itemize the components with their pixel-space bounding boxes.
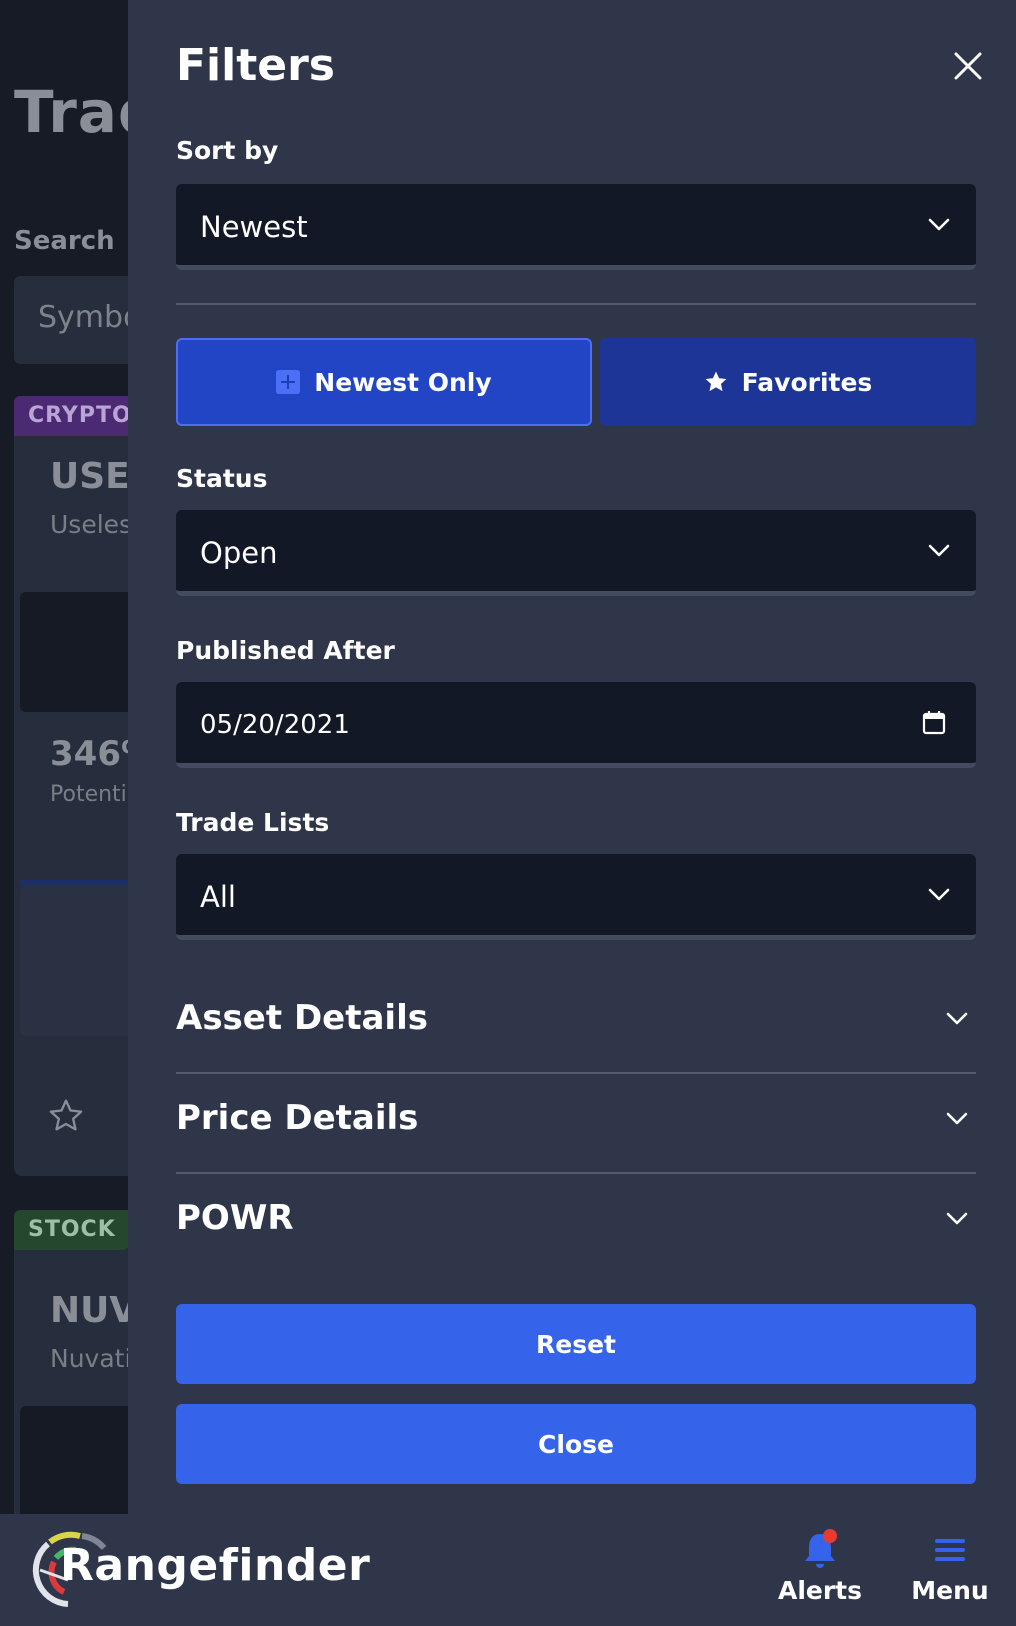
search-placeholder: Symbo [38,300,142,335]
chevron-down-icon [946,1112,968,1125]
asset-details-section-toggle[interactable]: Asset Details [176,974,976,1074]
powr-section-toggle[interactable]: POWR [176,1174,976,1274]
bell-icon [805,1529,837,1568]
divider [176,303,976,305]
published-after-value: 05/20/2021 [200,710,350,740]
published-after-date-input[interactable]: 05/20/2021 [176,682,976,768]
chevron-down-icon [928,544,950,557]
section-title: Asset Details [176,998,428,1038]
price-details-section-toggle[interactable]: Price Details [176,1074,976,1174]
sort-by-label: Sort by [176,136,279,165]
chevron-down-icon [928,888,950,901]
newest-only-toggle[interactable]: Newest Only [176,338,592,426]
menu-label: Menu [911,1576,989,1605]
menu-nav-button[interactable]: Menu [900,1528,1000,1605]
card-name: Nuvati [50,1344,132,1373]
chevron-down-icon [928,218,950,231]
published-after-label: Published After [176,636,395,665]
close-icon[interactable] [952,50,984,82]
sort-by-value: Newest [200,210,308,244]
card-name: Useles [50,510,133,539]
section-title: Price Details [176,1098,419,1138]
favorite-star-icon[interactable] [46,1096,86,1136]
sort-by-select[interactable]: Newest [176,184,976,270]
status-value: Open [200,536,278,570]
newest-only-label: Newest Only [314,367,492,397]
alerts-label: Alerts [777,1576,863,1605]
favorites-toggle[interactable]: Favorites [600,338,976,426]
trade-lists-value: All [200,880,236,914]
star-icon [705,371,727,392]
hamburger-menu-icon [935,1539,965,1561]
trade-lists-select[interactable]: All [176,854,976,940]
brand-name: Rangefinder [60,1540,371,1591]
card-symbol: NUV [50,1290,138,1331]
card-percent-label: Potentia [50,782,141,807]
asset-type-badge: STOCK [14,1210,130,1250]
status-label: Status [176,464,268,493]
section-title: POWR [176,1198,294,1238]
filters-drawer: Filters Sort by Newest Newest Only Favor… [128,0,1016,1514]
reset-button[interactable]: Reset [176,1304,976,1384]
drawer-title: Filters [176,40,335,91]
bottom-nav: Rangefinder Alerts Menu [0,1514,1016,1626]
plus-square-icon [276,370,301,394]
status-select[interactable]: Open [176,510,976,596]
asset-type-badge: CRYPTO [14,396,146,436]
calendar-icon[interactable] [922,710,946,736]
search-label: Search [14,226,115,256]
chevron-down-icon [946,1212,968,1225]
chevron-down-icon [946,1012,968,1025]
alerts-nav-button[interactable]: Alerts [770,1528,870,1605]
favorites-label: Favorites [741,367,873,397]
trade-lists-label: Trade Lists [176,808,330,837]
close-button[interactable]: Close [176,1404,976,1484]
